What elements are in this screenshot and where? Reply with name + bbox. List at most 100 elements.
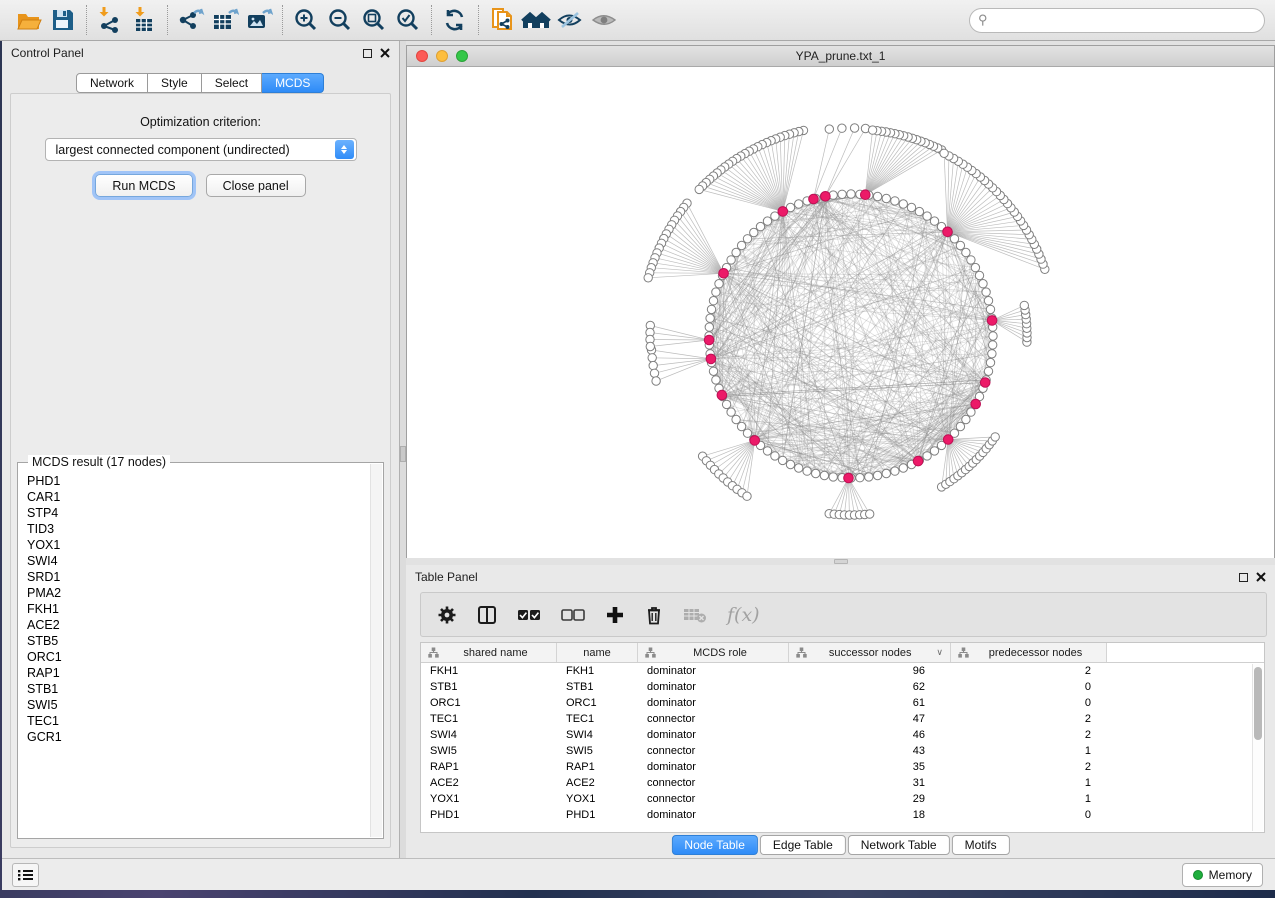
graph-node[interactable] [950, 235, 958, 243]
column-header-name[interactable]: name [557, 643, 638, 662]
graph-node[interactable] [982, 288, 990, 296]
graph-node[interactable] [967, 256, 975, 264]
tab-mcds[interactable]: MCDS [262, 73, 324, 93]
show-selected-button[interactable] [587, 3, 621, 37]
mcds-result-item[interactable]: STB1 [27, 681, 370, 697]
graph-hub-node[interactable] [704, 335, 714, 345]
close-panel-icon[interactable] [380, 48, 390, 58]
graph-node[interactable] [899, 200, 907, 208]
graph-node[interactable] [971, 263, 979, 271]
tab-network-table[interactable]: Network Table [848, 835, 950, 855]
graph-node[interactable] [812, 469, 820, 477]
graph-hub-node[interactable] [943, 435, 953, 445]
column-header-predecessor-nodes[interactable]: predecessor nodes [951, 643, 1107, 662]
graph-node[interactable] [771, 452, 779, 460]
graph-node[interactable] [899, 464, 907, 472]
graph-node[interactable] [820, 471, 828, 479]
hide-selected-button[interactable] [553, 3, 587, 37]
mcds-result-item[interactable]: FKH1 [27, 601, 370, 617]
graph-node[interactable] [695, 185, 703, 193]
network-graph[interactable] [407, 67, 1274, 558]
graph-node[interactable] [967, 408, 975, 416]
open-file-button[interactable] [12, 3, 46, 37]
graph-hub-node[interactable] [717, 390, 727, 400]
table-row[interactable]: PHD1PHD1dominator180 [421, 807, 1264, 823]
graph-node[interactable] [979, 280, 987, 288]
graph-node[interactable] [838, 124, 846, 132]
graph-node[interactable] [989, 341, 997, 349]
graph-node[interactable] [850, 124, 858, 132]
add-column-button[interactable] [605, 605, 625, 625]
mcds-result-item[interactable]: SWI4 [27, 553, 370, 569]
graph-node[interactable] [989, 332, 997, 340]
table-row[interactable]: TEC1TEC1connector472 [421, 711, 1264, 727]
deselect-all-button[interactable] [561, 608, 585, 622]
tab-style[interactable]: Style [148, 73, 202, 93]
graph-node[interactable] [975, 271, 983, 279]
show-all-button[interactable] [519, 3, 553, 37]
graph-node[interactable] [756, 222, 764, 230]
graph-node[interactable] [648, 354, 656, 362]
toggle-column-pane-button[interactable] [477, 605, 497, 625]
export-network-button[interactable] [174, 3, 208, 37]
close-panel-button[interactable]: Close panel [206, 174, 306, 197]
refresh-button[interactable] [438, 3, 472, 37]
graph-node[interactable] [838, 190, 846, 198]
graph-node[interactable] [763, 217, 771, 225]
zoom-fit-button[interactable] [357, 3, 391, 37]
duplicate-network-button[interactable] [485, 3, 519, 37]
graph-node[interactable] [930, 447, 938, 455]
graph-hub-node[interactable] [821, 192, 831, 202]
table-row[interactable]: ACE2ACE2connector311 [421, 775, 1264, 791]
graph-node[interactable] [988, 350, 996, 358]
zoom-out-button[interactable] [323, 3, 357, 37]
graph-node[interactable] [737, 422, 745, 430]
splitter-grip[interactable] [834, 559, 848, 564]
graph-node[interactable] [865, 473, 873, 481]
graph-node[interactable] [962, 248, 970, 256]
column-header-successor-nodes[interactable]: successor nodes∨ [789, 643, 951, 662]
mcds-result-item[interactable]: RAP1 [27, 665, 370, 681]
graph-node[interactable] [856, 474, 864, 482]
graph-node[interactable] [715, 280, 723, 288]
graph-node[interactable] [803, 467, 811, 475]
graph-node[interactable] [743, 492, 751, 500]
graph-node[interactable] [705, 323, 713, 331]
mcds-result-item[interactable]: STP4 [27, 505, 370, 521]
graph-node[interactable] [1020, 301, 1028, 309]
tab-network[interactable]: Network [76, 73, 148, 93]
tab-select[interactable]: Select [202, 73, 262, 93]
graph-hub-node[interactable] [706, 354, 716, 364]
graph-node[interactable] [709, 297, 717, 305]
graph-node[interactable] [706, 314, 714, 322]
graph-node[interactable] [727, 408, 735, 416]
graph-node[interactable] [743, 429, 751, 437]
graph-node[interactable] [778, 456, 786, 464]
table-scrollbar[interactable] [1252, 664, 1263, 831]
graph-node[interactable] [829, 473, 837, 481]
table-row[interactable]: STB1STB1dominator620 [421, 679, 1264, 695]
search-input[interactable] [969, 8, 1265, 33]
graph-hub-node[interactable] [971, 399, 981, 409]
graph-node[interactable] [722, 400, 730, 408]
table-scrollbar-thumb[interactable] [1254, 667, 1262, 740]
zoom-in-button[interactable] [289, 3, 323, 37]
graph-node[interactable] [930, 217, 938, 225]
graph-node[interactable] [882, 469, 890, 477]
graph-node[interactable] [732, 248, 740, 256]
graph-node[interactable] [786, 460, 794, 468]
table-row[interactable]: RAP1RAP1dominator352 [421, 759, 1264, 775]
graph-node[interactable] [923, 212, 931, 220]
graph-node[interactable] [891, 467, 899, 475]
graph-node[interactable] [873, 192, 881, 200]
delete-column-button[interactable] [645, 605, 663, 625]
graph-node[interactable] [795, 464, 803, 472]
graph-node[interactable] [984, 367, 992, 375]
graph-node[interactable] [891, 197, 899, 205]
mcds-result-item[interactable]: TEC1 [27, 713, 370, 729]
graph-hub-node[interactable] [980, 378, 990, 388]
graph-hub-node[interactable] [809, 194, 819, 204]
select-all-button[interactable] [517, 608, 541, 622]
graph-node[interactable] [737, 241, 745, 249]
graph-node[interactable] [956, 422, 964, 430]
